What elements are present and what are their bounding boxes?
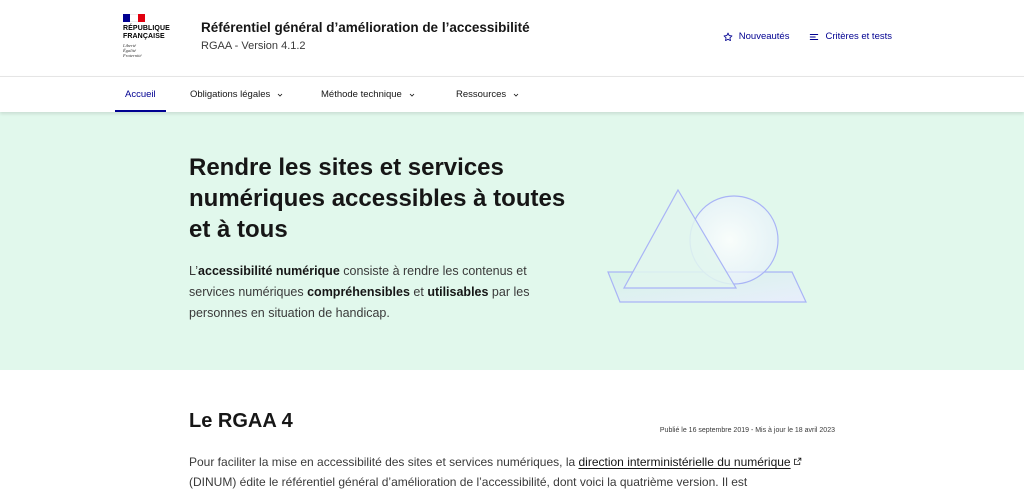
nav-item-label: Accueil	[125, 89, 156, 100]
hero-description: L’accessibilité numérique consiste à ren…	[189, 261, 564, 324]
section-title: Le RGAA 4	[189, 410, 293, 432]
list-icon	[810, 33, 819, 40]
chevron-down-icon	[513, 93, 519, 97]
motto-fraternite: Fraternité	[123, 53, 142, 58]
hero-text-part: L’	[189, 264, 199, 278]
external-link-icon	[793, 457, 801, 465]
chevron-down-icon	[409, 93, 415, 97]
nav-item-accueil[interactable]: Accueil	[115, 77, 166, 112]
hero-section: Rendre les sites et services numériques …	[0, 112, 1024, 370]
star-icon	[723, 32, 733, 41]
logo-text: RÉPUBLIQUE FRANÇAISE	[123, 25, 183, 40]
intro-text-part: (DINUM) édite le référentiel général d’a…	[189, 475, 748, 489]
dinum-link-label: direction interministérielle du numériqu…	[578, 455, 791, 469]
motto: Liberté Égalité Fraternité	[123, 43, 183, 58]
hero-bold-accessibilite: accessibilité numérique	[198, 264, 340, 278]
nav-item-methode-technique[interactable]: Méthode technique	[321, 77, 416, 112]
criteres-tests-link[interactable]: Critères et tests	[809, 31, 892, 42]
active-indicator	[115, 110, 166, 112]
hero-title: Rendre les sites et services numériques …	[189, 154, 566, 243]
chevron-down-icon	[277, 93, 283, 97]
nouveautes-label: Nouveautés	[738, 31, 790, 42]
nav-item-ressources[interactable]: Ressources	[456, 77, 520, 112]
header-tools: Nouveautés Critères et tests	[723, 31, 892, 42]
republique-francaise-logo[interactable]: RÉPUBLIQUE FRANÇAISE Liberté Égalité Fra…	[123, 14, 183, 62]
logo-line-2: FRANÇAISE	[123, 32, 165, 40]
publication-meta: Publié le 16 septembre 2019 - Mis à jour…	[659, 427, 835, 434]
intro-text-part: Pour faciliter la mise en accessibilité …	[189, 455, 579, 469]
hero-bold-comprehensibles: compréhensibles	[307, 285, 410, 299]
site-header: RÉPUBLIQUE FRANÇAISE Liberté Égalité Fra…	[0, 0, 1024, 76]
nouveautes-link[interactable]: Nouveautés	[723, 31, 790, 42]
main-navigation: Accueil Obligations légales Méthode tech…	[0, 76, 1024, 112]
nav-item-label: Méthode technique	[321, 89, 402, 100]
nav-item-obligations-legales[interactable]: Obligations légales	[190, 77, 284, 112]
logo-line-1: RÉPUBLIQUE	[123, 25, 170, 32]
nav-item-label: Ressources	[456, 89, 507, 100]
dinum-link[interactable]: direction interministérielle du numériqu…	[579, 455, 802, 469]
site-title[interactable]: Référentiel général d’amélioration de l’…	[201, 20, 530, 35]
hero-bold-utilisables: utilisables	[427, 285, 489, 299]
criteres-tests-label: Critères et tests	[825, 31, 892, 42]
flag-icon	[123, 14, 145, 22]
accessibility-illustration	[607, 188, 807, 303]
hero-text-part: et	[409, 285, 428, 299]
nav-item-label: Obligations légales	[190, 89, 271, 100]
intro-paragraph: Pour faciliter la mise en accessibilité …	[189, 452, 839, 492]
site-subtitle: RGAA - Version 4.1.2	[201, 40, 306, 52]
